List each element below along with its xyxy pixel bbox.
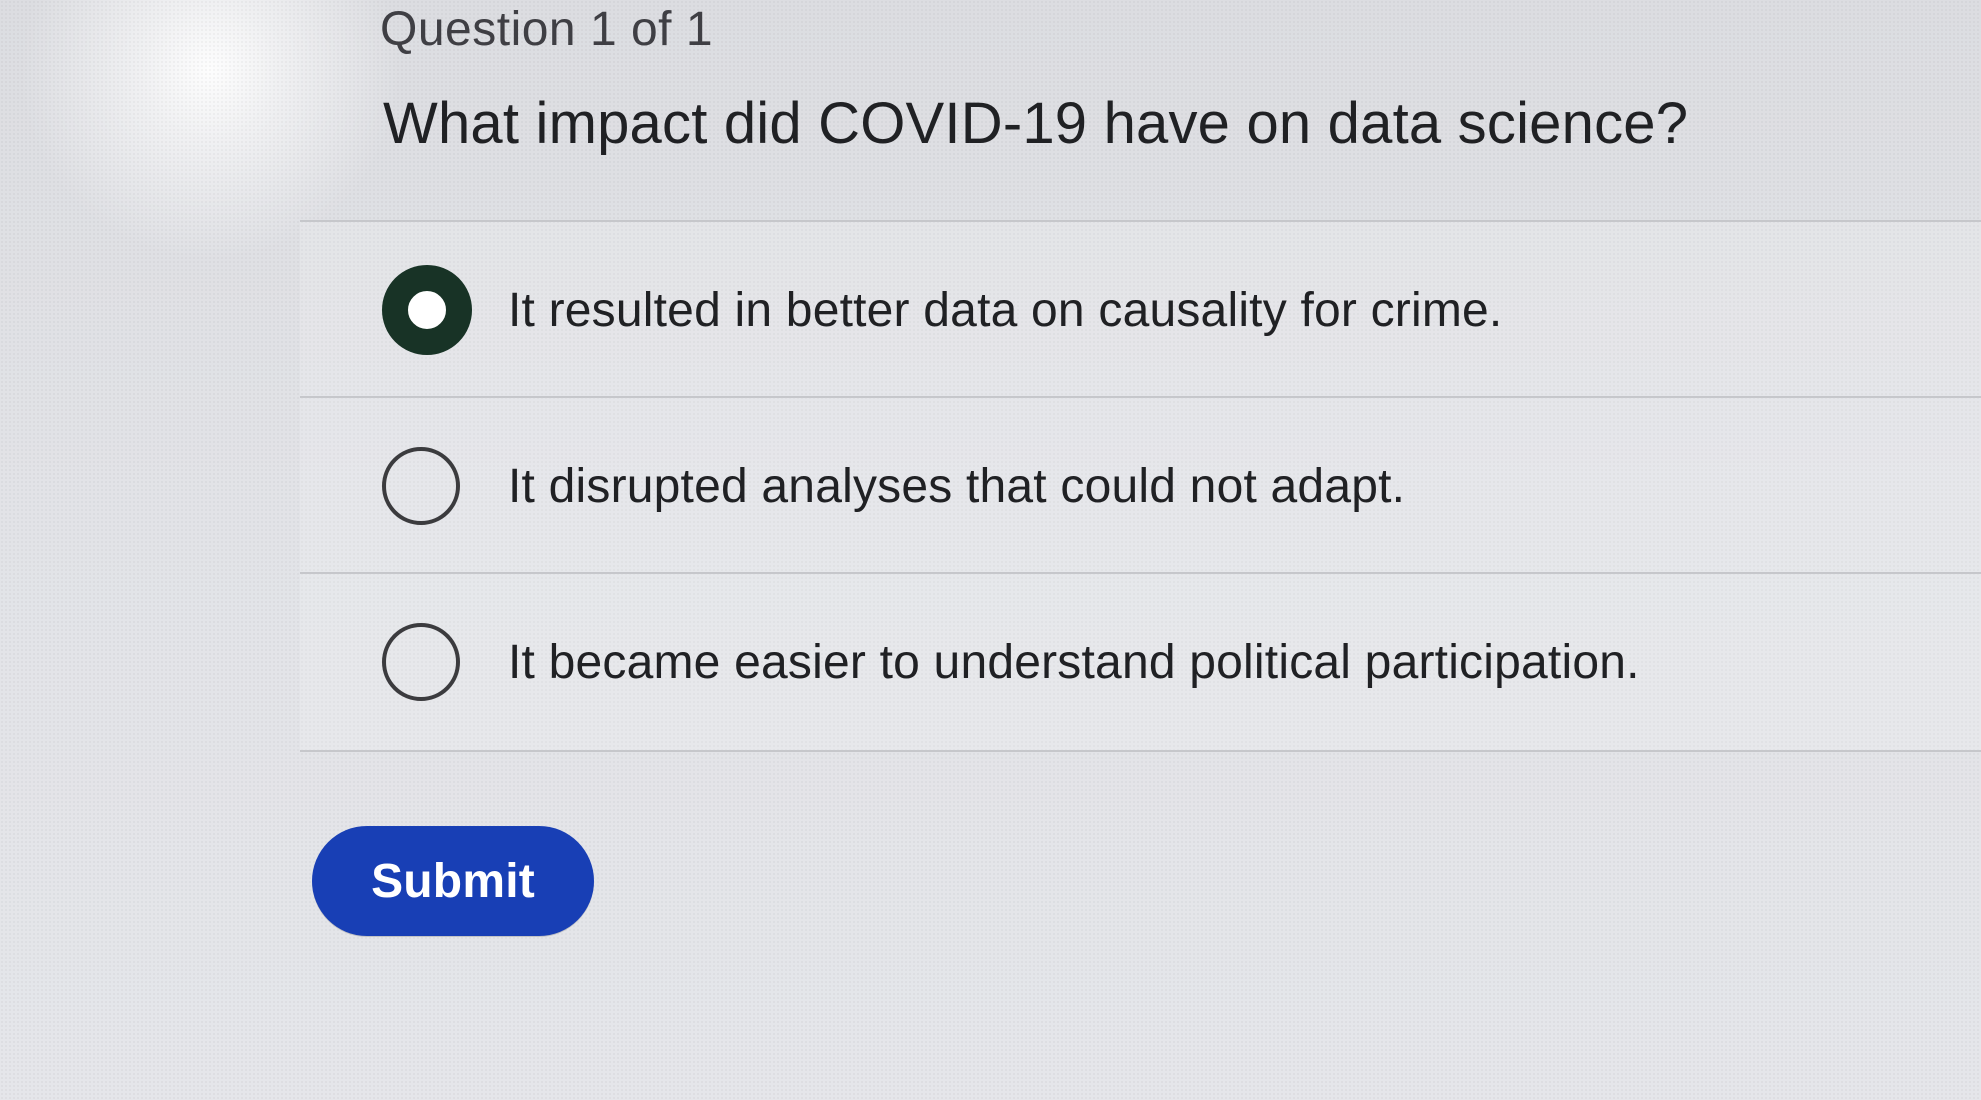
submit-button[interactable]: Submit <box>312 826 594 936</box>
answer-option-1[interactable]: It resulted in better data on causality … <box>300 220 1981 398</box>
question-title: What impact did COVID-19 have on data sc… <box>383 91 1689 156</box>
answer-option-label: It resulted in better data on causality … <box>508 283 1503 337</box>
quiz-page: Question 1 of 1 What impact did COVID-19… <box>0 0 1981 1100</box>
radio-button-selected[interactable] <box>382 265 472 355</box>
answer-option-2[interactable]: It disrupted analyses that could not ada… <box>300 396 1981 574</box>
answer-option-label: It became easier to understand political… <box>508 635 1640 689</box>
question-counter: Question 1 of 1 <box>380 3 714 56</box>
answer-option-3[interactable]: It became easier to understand political… <box>300 572 1981 752</box>
answer-option-label: It disrupted analyses that could not ada… <box>508 459 1406 513</box>
radio-button[interactable] <box>382 447 460 525</box>
answer-options-list: It resulted in better data on causality … <box>300 220 1981 780</box>
radio-button[interactable] <box>382 623 460 701</box>
